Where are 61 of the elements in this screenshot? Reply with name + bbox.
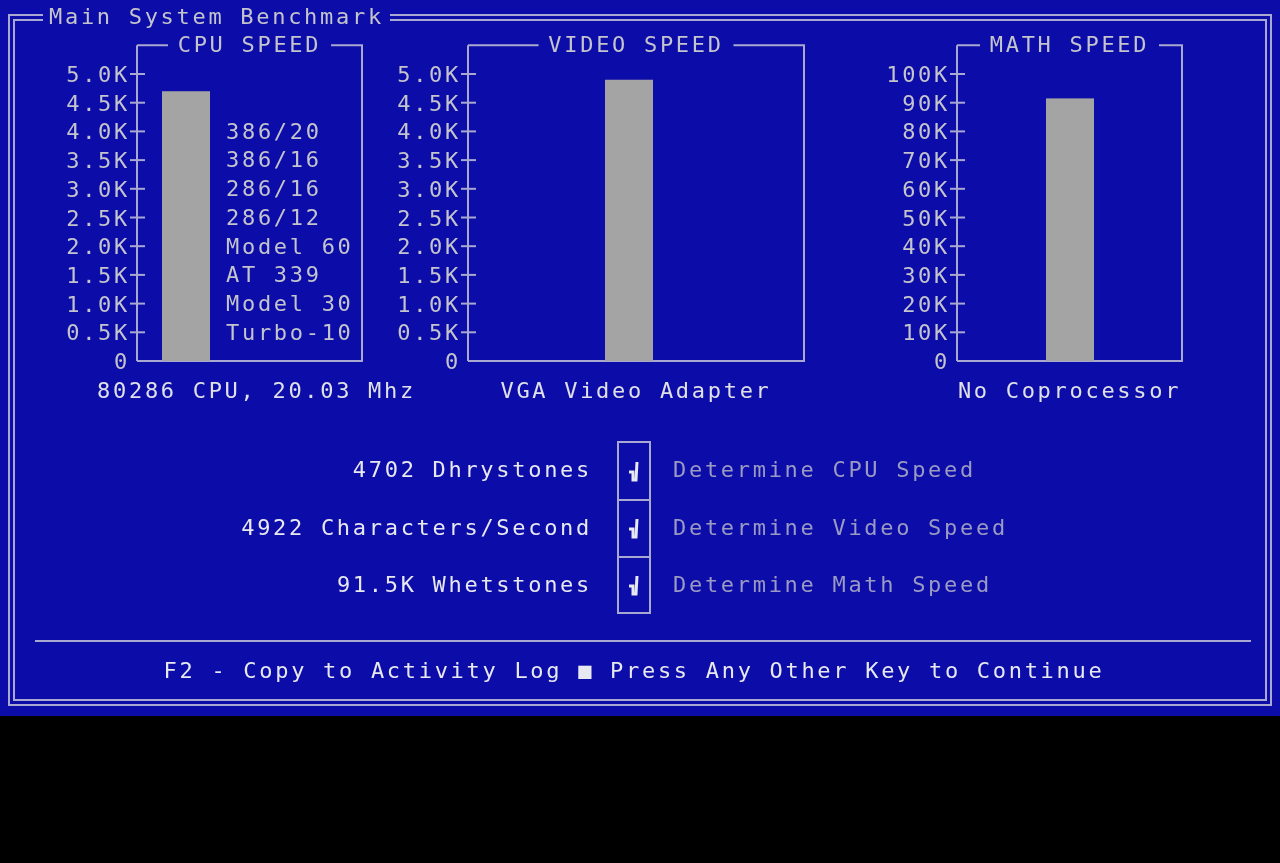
axis-tick-label: 3.0K <box>397 176 461 202</box>
axis-tick-label: 2.0K <box>397 234 461 260</box>
checkbox[interactable] <box>617 556 651 614</box>
axis-tick-label: 2.5K <box>397 205 461 231</box>
checkbox[interactable] <box>617 441 651 499</box>
check-icon <box>627 517 641 540</box>
axis-tick-label: 1.0K <box>397 291 461 317</box>
axis-tick-label: 20K <box>902 291 950 317</box>
reference-label: AT 339 <box>226 262 322 288</box>
axis-tick-label: 3.5K <box>66 148 130 174</box>
axis-tick-label: 0.5K <box>397 320 461 346</box>
chart-caption: VGA Video Adapter <box>500 378 772 403</box>
result-text: 4702 Dhrystones <box>351 457 593 483</box>
axis-tick-label: 0 <box>114 349 130 374</box>
result-text: 4922 Characters/Second <box>240 514 593 540</box>
axis-tick-label: 2.0K <box>66 234 130 260</box>
window-title: Main System Benchmark <box>48 6 385 28</box>
axis-tick-label: 4.0K <box>66 119 130 145</box>
axis-tick-label: 1.0K <box>66 291 130 317</box>
chart-title: CPU SPEED <box>177 32 322 58</box>
check-icon <box>627 573 641 596</box>
axis-tick-label: 1.5K <box>397 262 461 288</box>
reference-label: 386/20 <box>226 118 322 144</box>
axis-tick-label: 5.0K <box>397 62 461 87</box>
check-icon <box>627 459 641 482</box>
axis-tick-label: 5.0K <box>66 62 130 87</box>
axis-tick-label: 90K <box>902 90 950 116</box>
axis-tick-label: 0.5K <box>66 320 130 346</box>
chart-title: MATH SPEED <box>989 32 1150 58</box>
reference-label: 286/12 <box>226 204 322 230</box>
axis-tick-label: 70K <box>902 148 950 174</box>
chart-caption: No Coprocessor <box>957 378 1182 403</box>
option-label: Determine CPU Speed <box>672 457 977 483</box>
reference-label: Model 30 <box>226 290 354 316</box>
axis-tick-label: 60K <box>902 176 950 202</box>
axis-tick-label: 3.5K <box>397 148 461 174</box>
result-text: 91.5K Whetstones <box>335 572 593 598</box>
reference-label: Model 60 <box>226 233 354 259</box>
axis-tick-label: 30K <box>902 262 950 288</box>
reference-label: 286/16 <box>226 176 322 202</box>
reference-label: Turbo-10 <box>226 319 354 345</box>
reference-label: 386/16 <box>226 147 322 173</box>
axis-tick-label: 0 <box>445 349 461 374</box>
axis-tick-label: 0 <box>934 349 950 374</box>
axis-tick-label: 50K <box>902 205 950 231</box>
axis-tick-label: 4.5K <box>66 90 130 116</box>
axis-tick-label: 1.5K <box>66 262 130 288</box>
key-hint: F2 - Copy to Activity Log ■ Press Any Other Key to Continue <box>163 657 1105 683</box>
axis-tick-label: 10K <box>902 320 950 346</box>
checkbox[interactable] <box>617 498 651 556</box>
axis-tick-label: 2.5K <box>66 205 130 231</box>
axis-tick-label: 4.5K <box>397 90 461 116</box>
axis-tick-label: 80K <box>902 119 950 145</box>
axis-tick-label: 40K <box>902 234 950 260</box>
chart-title: VIDEO SPEED <box>548 32 724 58</box>
option-label: Determine Math Speed <box>672 572 993 598</box>
option-label: Determine Video Speed <box>672 514 1009 540</box>
axis-tick-label: 100K <box>886 62 950 87</box>
axis-tick-label: 3.0K <box>66 176 130 202</box>
chart-caption: 80286 CPU, 20.03 Mhz <box>97 378 416 403</box>
axis-tick-label: 4.0K <box>397 119 461 145</box>
